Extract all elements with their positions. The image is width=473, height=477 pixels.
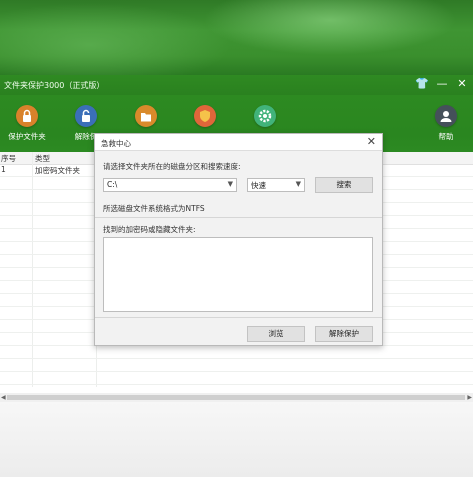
search-button[interactable]: 搜索 [315,177,373,193]
dialog-close-icon[interactable]: ✕ [367,135,376,148]
close-button[interactable]: ✕ [455,77,469,91]
cell-index: 1 [1,165,6,174]
window-title: 文件夹保护3000（正式版） [4,81,105,90]
drive-select[interactable]: C:\ ▼ [103,178,237,192]
browse-button[interactable]: 浏览 [247,326,305,342]
drive-prompt-label: 请选择文件夹所在的磁盘分区和搜索速度: [103,162,241,171]
speed-select[interactable]: 快速 ▼ [247,178,305,192]
gear-icon [254,105,276,127]
status-area [0,402,473,477]
filesystem-info: 所选磁盘文件系统格式为NTFS [103,204,205,213]
column-header-type[interactable]: 类型 [35,153,50,164]
dialog-divider [95,317,382,318]
dialog-divider [95,217,382,218]
cell-type: 加密码文件夹 [35,166,80,175]
dialog-title: 急救中心 [101,139,131,148]
table-row [0,372,473,385]
dialog-title-bar: 急救中心 ✕ [95,134,382,151]
protect-folder-button[interactable]: 保护文件夹 [2,105,52,149]
found-folders-label: 找到的加密码或隐藏文件夹: [103,225,196,234]
scrollbar-thumb[interactable] [7,395,465,400]
scroll-left-icon[interactable]: ◀ [1,393,6,402]
unprotect-folder-button[interactable]: 解除保护 [315,326,373,342]
folder-icon [135,105,157,127]
shield-icon [194,105,216,127]
table-row [0,346,473,359]
minimize-button[interactable]: — [435,77,449,91]
rescue-center-dialog: 急救中心 ✕ 请选择文件夹所在的磁盘分区和搜索速度: C:\ ▼ 快速 ▼ 搜索… [94,133,383,346]
unlock-icon [75,105,97,127]
desktop-wallpaper [0,0,473,75]
protect-folder-label: 保护文件夹 [8,132,46,141]
lock-icon [16,105,38,127]
app-window: 文件夹保护3000（正式版） 👕 — ✕ 保护文件夹 解除保 帮助 序号 类型 … [0,75,473,477]
drive-value: C:\ [107,180,118,189]
found-folders-list[interactable] [103,237,373,312]
help-icon [435,105,457,127]
title-bar: 文件夹保护3000（正式版） 👕 — ✕ [0,75,473,95]
scroll-right-icon[interactable]: ▶ [467,393,472,402]
chevron-down-icon: ▼ [227,180,233,188]
speed-value: 快速 [251,181,266,190]
column-header-index[interactable]: 序号 [1,153,16,164]
help-button[interactable]: 帮助 [421,105,471,149]
skin-icon[interactable]: 👕 [415,77,429,91]
help-label: 帮助 [438,132,454,141]
table-row [0,359,473,372]
chevron-down-icon: ▼ [295,180,301,188]
horizontal-scrollbar[interactable]: ◀ ▶ [0,393,473,402]
